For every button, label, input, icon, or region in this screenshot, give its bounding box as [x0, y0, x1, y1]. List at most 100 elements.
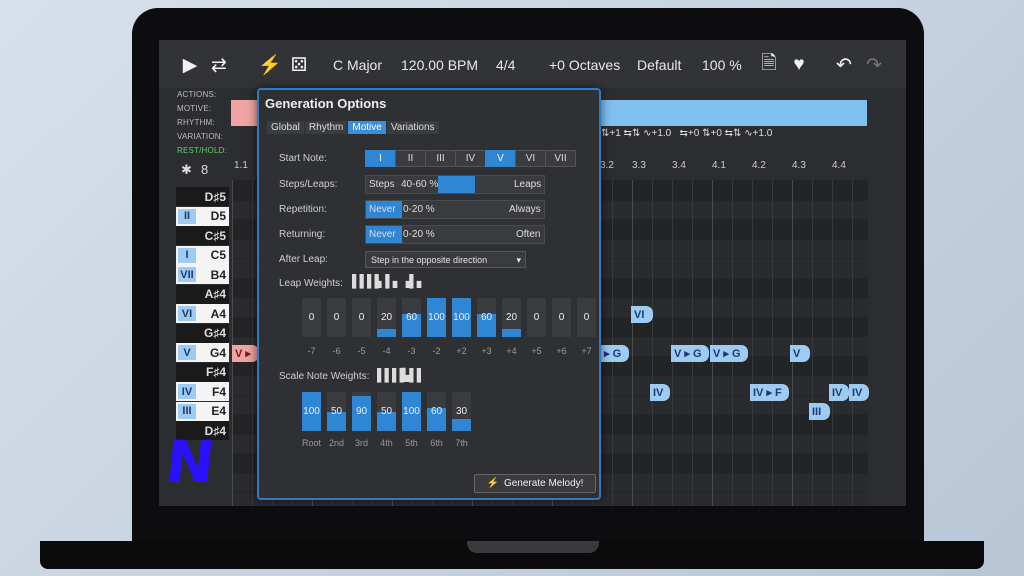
bell-weights-icon[interactable]: ▖▌▖ — [377, 274, 402, 288]
undo-icon[interactable]: ↶ — [833, 54, 855, 76]
piano-key[interactable]: II D5 — [176, 206, 229, 226]
tab-global[interactable]: Global — [267, 121, 304, 134]
octave-selector[interactable]: +0 Octaves — [549, 57, 620, 73]
start-note-vii[interactable]: VII — [545, 150, 576, 167]
scale-degree-badge: I — [178, 247, 196, 263]
start-note-iii[interactable]: III — [425, 150, 456, 167]
start-note-iv[interactable]: IV — [455, 150, 486, 167]
start-note-v[interactable]: V — [485, 150, 516, 167]
weight-bar[interactable]: 100 — [402, 392, 421, 431]
weight-bar[interactable]: 0 — [577, 298, 596, 337]
heart-icon[interactable]: ♥ — [788, 54, 810, 76]
number-icon[interactable]: 8 — [201, 162, 208, 177]
lightning-icon[interactable]: ⚡ — [258, 54, 282, 76]
note-iv1[interactable]: IV — [650, 384, 670, 401]
weight-value: 0 — [358, 312, 365, 323]
play-icon[interactable]: ▶ — [179, 54, 201, 76]
key-label: D♯5 — [204, 189, 226, 204]
weight-bar[interactable]: 50 — [377, 392, 396, 431]
note-iv-f[interactable]: IV ▸ F — [750, 384, 789, 401]
weight-value: 50 — [330, 406, 343, 417]
ruler-tick: 4.3 — [792, 160, 806, 171]
weight-bar[interactable]: 30 — [452, 392, 471, 431]
weight-bar[interactable]: 50 — [327, 392, 346, 431]
note-iv2[interactable]: IV — [829, 384, 849, 401]
weight-bar[interactable]: 90 — [352, 392, 371, 431]
note-iii[interactable]: III — [809, 403, 830, 420]
weight-bar[interactable]: 0 — [552, 298, 571, 337]
panel-tabs: Global Rhythm Motive Variations — [267, 121, 440, 134]
steps-leaps-slider[interactable]: Steps 40-60 % Leaps — [365, 175, 545, 194]
generate-melody-button[interactable]: ⚡ Generate Melody! — [474, 474, 596, 493]
weight-label: -6 — [332, 346, 341, 356]
note-v-g3[interactable]: V ▸ G — [710, 345, 748, 362]
piano-key[interactable]: VII B4 — [176, 265, 229, 284]
key-label: F♯4 — [205, 365, 226, 379]
piano-key[interactable]: C♯5 — [176, 226, 229, 245]
leap-weights-label: Leap Weights: — [279, 278, 343, 289]
after-leap-label: After Leap: — [279, 254, 328, 265]
weight-bar[interactable]: 0 — [327, 298, 346, 337]
weight-bar[interactable]: 0 — [302, 298, 321, 337]
variation-controls[interactable]: ⇅+1 ⇆⇅ ∿+1.0 ⇆+0 ⇅+0 ⇆⇅ ∿+1.0 — [601, 128, 867, 139]
tab-rhythm[interactable]: Rhythm — [304, 121, 348, 134]
piano-key[interactable]: VI A4 — [176, 304, 229, 323]
scale-weights-label: Scale Note Weights: — [279, 371, 370, 382]
file-icon[interactable]: 🗎 — [758, 53, 780, 76]
weight-bar[interactable]: 100 — [452, 298, 471, 337]
key-label: B4 — [210, 267, 226, 282]
start-note-i[interactable]: I — [365, 150, 396, 167]
piano-key[interactable]: G♯4 — [176, 323, 229, 343]
weight-bar[interactable]: 0 — [352, 298, 371, 337]
weight-label: +6 — [556, 346, 567, 356]
dice-icon[interactable]: ⚄ — [288, 54, 310, 76]
after-leap-dropdown[interactable]: Step in the opposite direction ▾ — [365, 251, 526, 268]
weight-bar[interactable]: 0 — [527, 298, 546, 337]
scale-weights-bars: 100 50 90 50 100 60 30 — [302, 392, 477, 431]
piano-key[interactable]: D♯5 — [176, 187, 229, 206]
weight-bar[interactable]: 60 — [402, 298, 421, 337]
piano-key[interactable]: F♯4 — [176, 362, 229, 382]
piano-key[interactable]: I C5 — [176, 245, 229, 265]
settings-icon[interactable]: ✱ — [181, 162, 192, 178]
piano-key[interactable]: A♯4 — [176, 284, 229, 304]
repetition-slider[interactable]: Never 0-20 % Always — [365, 200, 545, 219]
tempo-display[interactable]: 120.00 BPM — [401, 57, 478, 73]
weight-bar[interactable]: 100 — [302, 392, 321, 431]
piano-key[interactable]: IV F4 — [176, 382, 229, 401]
key-label: A♯4 — [204, 287, 226, 301]
time-signature[interactable]: 4/4 — [496, 57, 515, 73]
ruler-tick: 3.4 — [672, 160, 686, 171]
note-v-g1[interactable]: ▸ G — [601, 345, 629, 362]
tab-motive[interactable]: Motive — [348, 121, 386, 134]
weight-bar[interactable]: 100 — [427, 298, 446, 337]
grid-beat-line — [652, 180, 653, 506]
note-v[interactable]: V — [790, 345, 810, 362]
motive-bar[interactable] — [601, 100, 867, 126]
piano-key[interactable]: V G4 — [176, 343, 229, 362]
tab-variations[interactable]: Variations — [386, 121, 439, 134]
weight-bar[interactable]: 60 — [427, 392, 446, 431]
zoom-display[interactable]: 100 % — [702, 57, 742, 73]
note-v-start[interactable]: V ▸ — [232, 345, 259, 362]
loop-icon[interactable]: ⇄ — [208, 54, 230, 76]
piano-key[interactable]: III E4 — [176, 401, 229, 421]
ruler-tick: 3.3 — [632, 160, 646, 171]
custom-scale-icon[interactable]: ▙▌▌ — [401, 368, 425, 382]
weight-label: 5th — [405, 438, 418, 448]
start-note-ii[interactable]: II — [395, 150, 426, 167]
step-weights-icon[interactable]: ▗▌▖ — [401, 274, 426, 288]
weight-bar[interactable]: 20 — [377, 298, 396, 337]
motive-bar-red[interactable] — [231, 100, 257, 126]
key-selector[interactable]: C Major — [333, 57, 382, 73]
note-v-g2[interactable]: V ▸ G — [671, 345, 709, 362]
note-vi[interactable]: VI — [631, 306, 653, 323]
weight-bar[interactable]: 60 — [477, 298, 496, 337]
returning-slider[interactable]: Never 0-20 % Often — [365, 225, 545, 244]
note-iv3[interactable]: IV — [849, 384, 869, 401]
weight-bar[interactable]: 20 — [502, 298, 521, 337]
laptop-notch — [467, 541, 599, 553]
preset-selector[interactable]: Default — [637, 57, 681, 73]
redo-icon[interactable]: ↷ — [863, 54, 885, 76]
start-note-vi[interactable]: VI — [515, 150, 546, 167]
